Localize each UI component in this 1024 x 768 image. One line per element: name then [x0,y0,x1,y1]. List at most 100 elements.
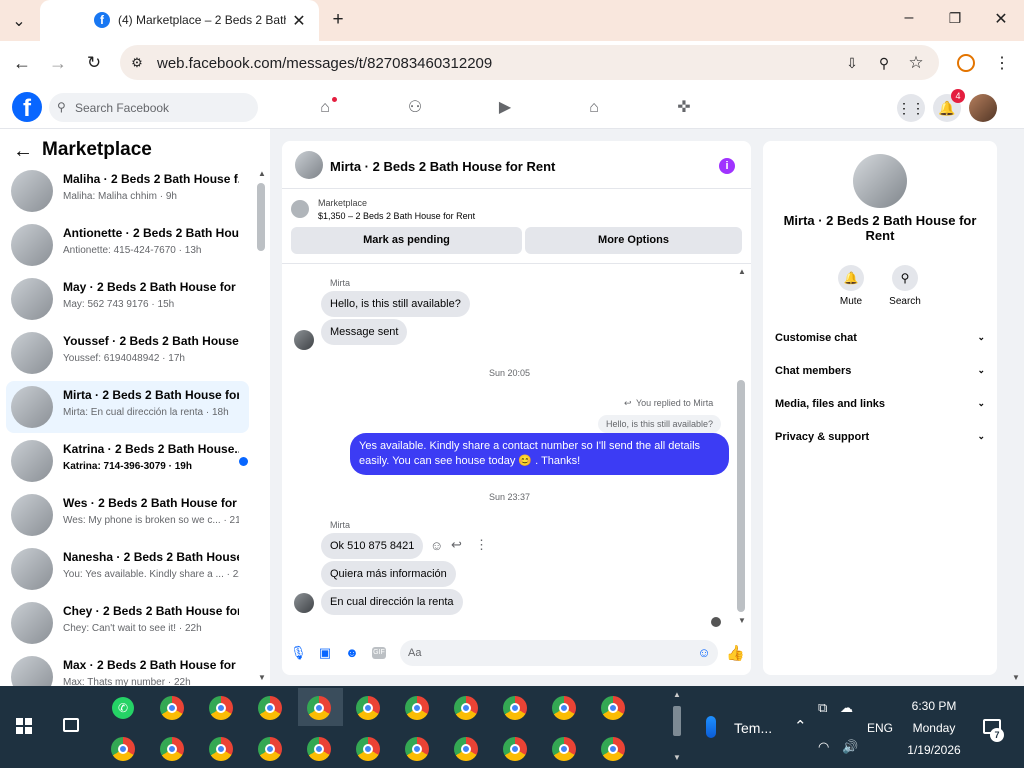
close-window-icon[interactable]: ✕ [992,9,1010,29]
task-view-icon[interactable] [63,718,79,732]
video-icon[interactable]: ▶ [492,95,518,121]
chrome-icon[interactable] [454,696,478,720]
chrome-icon[interactable] [405,696,429,720]
mark-pending-button[interactable]: Mark as pending [291,227,522,254]
conversation-item[interactable]: Nanesha · 2 Beds 2 Bath House ... You: Ye… [6,543,249,595]
more-options-button[interactable]: More Options [525,227,742,254]
chrome-icon[interactable] [209,696,233,720]
url-text[interactable]: web.facebook.com/messages/t/827083460312… [157,55,492,72]
chrome-icon[interactable] [356,737,380,761]
message-scrollbar[interactable] [737,380,745,612]
sticker-icon[interactable]: ☻ [344,645,360,660]
wifi-icon[interactable]: ◠ [818,739,829,755]
close-tab-icon[interactable]: ✕ [291,11,307,31]
chrome-icon[interactable] [601,737,625,761]
scroll-down-icon[interactable]: ▼ [738,616,746,625]
chevron-up-icon[interactable]: ⌃ [794,717,807,735]
clock-day[interactable]: Monday [900,721,968,735]
restore-icon[interactable]: ❐ [946,10,964,27]
conversation-item-active[interactable]: Mirta · 2 Beds 2 Bath House for... Mirta:… [6,381,249,433]
info-icon[interactable]: i [719,158,735,174]
taskbar-scroll-up-icon[interactable]: ▲ [673,690,681,699]
conversation-item[interactable]: Youssef · 2 Beds 2 Bath House f... Yousse… [6,327,249,379]
conversation-item[interactable]: Katrina · 2 Beds 2 Bath House... Katrina:… [6,435,249,487]
chrome-icon[interactable] [307,696,331,720]
image-icon[interactable]: ▣ [317,645,333,661]
message-input[interactable] [400,640,718,666]
conversation-item[interactable]: Maliha · 2 Beds 2 Bath House f... Maliha:… [6,165,249,217]
profile-avatar[interactable] [969,94,997,122]
friends-icon[interactable]: ⚇ [402,95,428,121]
chrome-icon[interactable] [258,737,282,761]
chrome-icon[interactable] [503,696,527,720]
forward-icon[interactable]: → [49,53,67,74]
section-media-files[interactable]: Media, files and links ⌄ [775,398,985,410]
chat-title[interactable]: Mirta · 2 Beds 2 Bath House for Rent [330,159,555,174]
listing-price[interactable]: $1,350 – 2 Beds 2 Bath House for Rent [318,211,475,221]
back-icon[interactable]: ← [13,53,31,74]
quoted-message[interactable]: Hello, is this still available? [598,415,722,433]
whatsapp-icon[interactable]: ✆ [112,697,134,719]
chrome-icon[interactable] [503,737,527,761]
new-tab-icon[interactable]: + [329,9,347,31]
chrome-icon[interactable] [258,696,282,720]
conversation-item[interactable]: Wes · 2 Beds 2 Bath House for ... Wes: My… [6,489,249,541]
reply-icon[interactable]: ↩ [451,537,462,553]
chrome-icon[interactable] [454,737,478,761]
conversation-item[interactable]: May · 2 Beds 2 Bath House for ... May: 56… [6,273,249,325]
install-app-icon[interactable]: ⇩ [843,55,861,72]
sender-avatar[interactable] [294,593,314,613]
microphone-icon[interactable]: 🎙 [290,645,307,661]
emoji-icon[interactable]: ☺ [696,645,712,660]
scroll-down-icon[interactable]: ▼ [258,673,266,682]
conversation-item[interactable]: Max · 2 Beds 2 Bath House for ... Max: Th… [6,651,249,686]
bookmark-star-icon[interactable]: ☆ [907,53,925,73]
menu-kebab-icon[interactable]: ⋮ [993,53,1011,73]
section-chat-members[interactable]: Chat members ⌄ [775,365,985,377]
chrome-icon[interactable] [601,696,625,720]
gaming-icon[interactable]: ✜ [671,95,697,121]
conversation-item[interactable]: Chey · 2 Beds 2 Bath House for ... Chey: … [6,597,249,649]
chrome-icon[interactable] [160,696,184,720]
weather-text[interactable]: Tem... [734,720,772,736]
thumbs-up-icon[interactable]: 👍 [726,644,745,662]
chrome-icon[interactable] [111,737,135,761]
meet-now-icon[interactable]: ⧉ [818,700,827,716]
site-info-icon[interactable]: ⚙ [128,55,146,71]
gif-icon[interactable]: GIF [372,647,386,659]
chat-thumbnail[interactable] [295,151,323,179]
chrome-icon[interactable] [552,737,576,761]
list-scrollbar[interactable] [257,183,265,251]
scroll-up-icon[interactable]: ▲ [738,267,746,276]
facebook-logo-icon[interactable]: f [12,92,42,122]
more-kebab-icon[interactable]: ⋮ [475,537,488,553]
clock-time[interactable]: 6:30 PM [900,699,968,713]
chrome-icon[interactable] [405,737,429,761]
language-indicator[interactable]: ENG [867,721,893,735]
section-customise-chat[interactable]: Customise chat ⌄ [775,332,985,344]
windows-start-icon[interactable] [16,718,32,734]
chrome-icon[interactable] [552,696,576,720]
menu-grid-icon[interactable]: ⋮⋮ [897,94,925,122]
onedrive-icon[interactable]: ☁ [840,700,853,716]
chrome-icon[interactable] [307,737,331,761]
mute-bell-icon[interactable]: 🔔 [838,265,864,291]
zoom-icon[interactable]: ⚲ [875,55,893,72]
chrome-icon[interactable] [356,696,380,720]
chrome-icon[interactable] [160,737,184,761]
taskbar-scrollbar[interactable] [673,706,681,736]
search-label[interactable]: Search [880,296,930,307]
sender-avatar[interactable] [294,330,314,350]
marketplace-icon[interactable]: ⌂ [581,95,607,121]
clock-date[interactable]: 1/19/2026 [900,743,968,757]
section-privacy-support[interactable]: Privacy & support ⌄ [775,431,985,443]
back-arrow-icon[interactable]: ← [13,140,33,163]
react-smiley-icon[interactable]: ☺ [430,538,443,553]
page-scroll-down-icon[interactable]: ▼ [1012,673,1020,682]
minimize-icon[interactable]: – [900,9,918,27]
conversation-item[interactable]: Antionette · 2 Beds 2 Bath Hou... Antione… [6,219,249,271]
search-icon[interactable]: ⚲ [892,265,918,291]
listing-avatar[interactable] [853,154,907,208]
scroll-up-icon[interactable]: ▲ [258,169,266,178]
volume-icon[interactable]: 🔊 [842,739,858,755]
